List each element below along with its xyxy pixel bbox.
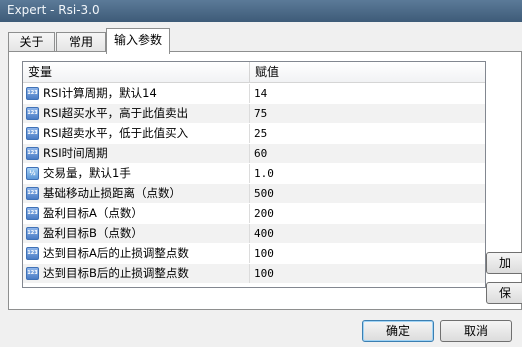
cell-divider bbox=[249, 224, 250, 243]
cell-divider bbox=[249, 204, 250, 223]
parameter-name: 盈利目标B（点数） bbox=[43, 226, 143, 240]
tab-inputs[interactable]: 输入参数 bbox=[106, 28, 170, 54]
save-button[interactable]: 保 bbox=[486, 282, 522, 304]
tab-strip: 关于 常用 输入参数 bbox=[0, 22, 522, 54]
tab-about[interactable]: 关于 bbox=[8, 32, 55, 52]
parameter-name: RSI计算周期，默认14 bbox=[43, 86, 157, 100]
parameter-value[interactable]: 75 bbox=[254, 104, 479, 123]
parameter-value[interactable]: 100 bbox=[254, 244, 479, 263]
parameter-value[interactable]: 14 bbox=[254, 84, 479, 103]
parameter-row[interactable]: 123 盈利目标A（点数） 200 bbox=[23, 204, 485, 223]
parameter-value[interactable]: 25 bbox=[254, 124, 479, 143]
parameter-row[interactable]: 123 盈利目标B（点数） 400 bbox=[23, 224, 485, 243]
parameter-row[interactable]: 123 RSI超卖水平，低于此值买入 25 bbox=[23, 124, 485, 143]
int-icon: 123 bbox=[26, 87, 39, 100]
int-icon: 123 bbox=[26, 267, 39, 280]
parameter-name: 基础移动止损距离（点数） bbox=[43, 186, 181, 200]
cell-divider bbox=[249, 244, 250, 263]
parameter-value[interactable]: 1.0 bbox=[254, 164, 479, 183]
parameter-name: 达到目标A后的止损调整点数 bbox=[43, 246, 189, 260]
parameter-name: RSI超卖水平，低于此值买入 bbox=[43, 126, 189, 140]
parameter-row[interactable]: ½ 交易量，默认1手 1.0 bbox=[23, 164, 485, 183]
cell-divider bbox=[249, 144, 250, 163]
double-icon: ½ bbox=[26, 167, 39, 180]
int-icon: 123 bbox=[26, 207, 39, 220]
cancel-button[interactable]: 取消 bbox=[440, 320, 512, 342]
window-title: Expert - Rsi-3.0 bbox=[7, 3, 100, 17]
int-icon: 123 bbox=[26, 127, 39, 140]
parameter-name: 达到目标B后的止损调整点数 bbox=[43, 266, 189, 280]
parameter-row[interactable]: 123 达到目标B后的止损调整点数 100 bbox=[23, 264, 485, 283]
parameter-row[interactable]: 123 RSI超买水平，高于此值卖出 75 bbox=[23, 104, 485, 123]
expert-properties-dialog: Expert - Rsi-3.0 关于 常用 输入参数 变量 赋值 123 RSI… bbox=[0, 0, 522, 347]
cell-divider bbox=[249, 104, 250, 123]
parameter-value[interactable]: 200 bbox=[254, 204, 479, 223]
tab-common[interactable]: 常用 bbox=[56, 32, 106, 52]
parameter-value[interactable]: 500 bbox=[254, 184, 479, 203]
column-header-value[interactable]: 赋值 bbox=[250, 62, 485, 83]
column-header-variable[interactable]: 变量 bbox=[23, 62, 249, 83]
parameter-value[interactable]: 400 bbox=[254, 224, 479, 243]
parameter-value[interactable]: 100 bbox=[254, 264, 479, 283]
parameter-name: RSI超买水平，高于此值卖出 bbox=[43, 106, 189, 120]
parameter-row[interactable]: 123 达到目标A后的止损调整点数 100 bbox=[23, 244, 485, 263]
cell-divider bbox=[249, 164, 250, 183]
parameter-name: 交易量，默认1手 bbox=[43, 166, 131, 180]
parameters-grid: 变量 赋值 123 RSI计算周期，默认14 14 123 RSI超买水平，高于此值卖出… bbox=[22, 61, 486, 288]
int-icon: 123 bbox=[26, 107, 39, 120]
cell-divider bbox=[249, 84, 250, 103]
grid-header: 变量 赋值 bbox=[23, 62, 485, 83]
int-icon: 123 bbox=[26, 247, 39, 260]
int-icon: 123 bbox=[26, 227, 39, 240]
title-bar[interactable]: Expert - Rsi-3.0 bbox=[0, 0, 522, 22]
parameter-name: RSI时间周期 bbox=[43, 146, 108, 160]
cell-divider bbox=[249, 124, 250, 143]
parameter-row[interactable]: 123 RSI时间周期 60 bbox=[23, 144, 485, 163]
ok-button[interactable]: 确定 bbox=[362, 320, 434, 342]
cell-divider bbox=[249, 264, 250, 283]
parameter-row[interactable]: 123 RSI计算周期，默认14 14 bbox=[23, 84, 485, 103]
int-icon: 123 bbox=[26, 187, 39, 200]
int-icon: 123 bbox=[26, 147, 39, 160]
parameter-name: 盈利目标A（点数） bbox=[43, 206, 143, 220]
inputs-panel: 变量 赋值 123 RSI计算周期，默认14 14 123 RSI超买水平，高于此值卖出… bbox=[8, 51, 522, 310]
cell-divider bbox=[249, 184, 250, 203]
parameter-row[interactable]: 123 基础移动止损距离（点数） 500 bbox=[23, 184, 485, 203]
parameter-value[interactable]: 60 bbox=[254, 144, 479, 163]
load-button[interactable]: 加 bbox=[486, 252, 522, 274]
